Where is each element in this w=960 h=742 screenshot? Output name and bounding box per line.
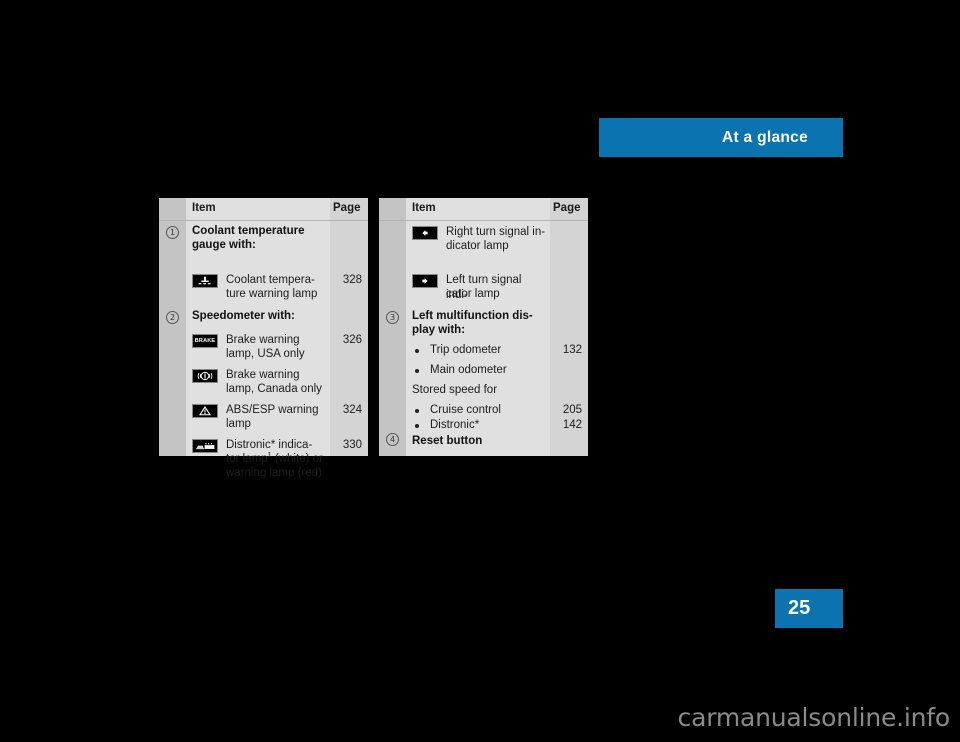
list-item: Trip odometer: [406, 343, 550, 359]
row-heading-line2: play with:: [412, 324, 466, 336]
row-heading-line1: Left multifunction dis-: [412, 310, 533, 322]
row-text-line1: Right turn signal in-: [446, 226, 546, 238]
bullet-label: Main odometer: [430, 364, 507, 376]
right-item-column: Right turn signal in- dicator lamp Left …: [406, 221, 550, 456]
right-legend-table: Item Page 3 4 Right turn signal in- dica…: [379, 198, 588, 456]
bullet-icon: [415, 369, 419, 373]
right-page-column: 132 205 142: [550, 221, 588, 456]
row-heading-line1: Coolant temperature: [192, 225, 305, 237]
left-item-column-header: Item: [192, 202, 216, 214]
right-page-column-header: Page: [553, 202, 581, 214]
page-ref-205: 205: [562, 404, 582, 416]
page-number-tab: 25: [775, 589, 843, 628]
callout-number-1: 1: [166, 226, 179, 239]
bullet-icon: [415, 409, 419, 413]
row-text-line2: ture warning lamp: [226, 288, 318, 300]
row-heading: Reset button: [412, 435, 483, 447]
bullet-icon: [415, 424, 419, 428]
brake-warning-canada-icon: [192, 369, 218, 383]
abs-esp-warning-icon: [192, 404, 218, 418]
left-table-body: 1 2 Coolant temperature gauge with: Cool…: [159, 221, 368, 479]
table-row: Left turn signal indi- cator lamp: [406, 273, 550, 305]
row-text-line1: Brake warning: [226, 369, 300, 381]
page-ref-328: 328: [342, 274, 362, 286]
table-row: Coolant temperature gauge with:: [186, 224, 330, 254]
distronic-indicator-icon: [192, 439, 218, 453]
right-item-column-header: Item: [412, 202, 436, 214]
right-turn-signal-icon: [412, 226, 438, 240]
right-number-column: 3 4: [379, 221, 406, 456]
list-item: Distronic*: [406, 418, 550, 434]
table-row: BRAKE Brake warning lamp, USA only: [186, 333, 330, 365]
left-number-column: 1 2: [159, 221, 186, 456]
bullet-label: Trip odometer: [430, 344, 502, 356]
list-item: Main odometer: [406, 363, 550, 379]
callout-number-3: 3: [386, 311, 399, 324]
bullet-label: Distronic*: [430, 419, 480, 431]
row-text-line1: Coolant tempera-: [226, 274, 315, 286]
left-header-page-cell: Page: [330, 198, 368, 220]
left-table-header-row: Item Page: [159, 198, 368, 221]
page-ref-132: 132: [562, 344, 582, 356]
page-ref-330: 330: [342, 439, 362, 451]
row-text-line1: Distronic* indica-: [226, 439, 313, 451]
table-row: Stored speed for: [406, 383, 550, 399]
row-heading: Speedometer with:: [192, 310, 295, 322]
row-text-line2: tor lamp1 (white) or: [226, 450, 323, 465]
table-row: Coolant tempera- ture warning lamp: [186, 273, 330, 305]
left-header-item-cell: Item: [186, 198, 330, 220]
row-text-line1: Brake warning: [226, 334, 300, 346]
table-row: Brake warning lamp, Canada only: [186, 368, 330, 400]
right-table-body: 3 4 Right turn signal in- dicator lamp L…: [379, 221, 588, 456]
right-header-item-cell: Item: [406, 198, 550, 220]
left-header-number-cell: [159, 198, 186, 220]
right-header-number-cell: [379, 198, 406, 220]
left-legend-table: Item Page 1 2 Coolant temperature gauge …: [159, 198, 368, 479]
callout-number-4: 4: [386, 433, 399, 446]
list-item: Cruise control: [406, 403, 550, 419]
table-row: Left multifunction dis- play with:: [406, 309, 550, 339]
row-text-line2: cator lamp: [446, 288, 500, 300]
row-heading-line2: gauge with:: [192, 239, 256, 251]
row-text-line2: dicator lamp: [446, 240, 509, 252]
coolant-temperature-icon: [192, 274, 218, 288]
brake-warning-usa-icon: BRAKE: [192, 334, 218, 348]
left-turn-signal-icon: [412, 274, 438, 288]
page-ref-326: 326: [342, 334, 362, 346]
row-text-line3: warning lamp (red): [226, 467, 322, 479]
left-page-column-header: Page: [333, 202, 361, 214]
bullet-label: Cruise control: [430, 404, 501, 416]
table-row: Right turn signal in- dicator lamp: [406, 225, 550, 257]
right-header-page-cell: Page: [550, 198, 588, 220]
page-title: At a glance: [722, 128, 808, 146]
site-watermark: carmanualsonline.info: [677, 703, 951, 732]
left-item-column: Coolant temperature gauge with: Coolant …: [186, 221, 330, 479]
page-ref-324: 324: [342, 404, 362, 416]
page-header-bar: At a glance: [599, 118, 843, 157]
table-row: Distronic* indica- tor lamp1 (white) or …: [186, 438, 330, 484]
bullet-icon: [415, 349, 419, 353]
table-row: Speedometer with:: [186, 309, 330, 325]
row-text-line2: lamp, Canada only: [226, 383, 322, 395]
right-table-header-row: Item Page: [379, 198, 588, 221]
table-row: ABS/ESP warning lamp: [186, 403, 330, 435]
row-text-line2: lamp, USA only: [226, 348, 305, 360]
row-text: Stored speed for: [412, 384, 498, 396]
row-text-line2: lamp: [226, 418, 251, 430]
row-text-line1: ABS/ESP warning: [226, 404, 319, 416]
left-page-column: 328 326 324 330: [330, 221, 368, 456]
table-row: Reset button: [406, 434, 550, 450]
callout-number-2: 2: [166, 311, 179, 324]
page-number: 25: [788, 597, 811, 619]
page-ref-142: 142: [562, 419, 582, 431]
